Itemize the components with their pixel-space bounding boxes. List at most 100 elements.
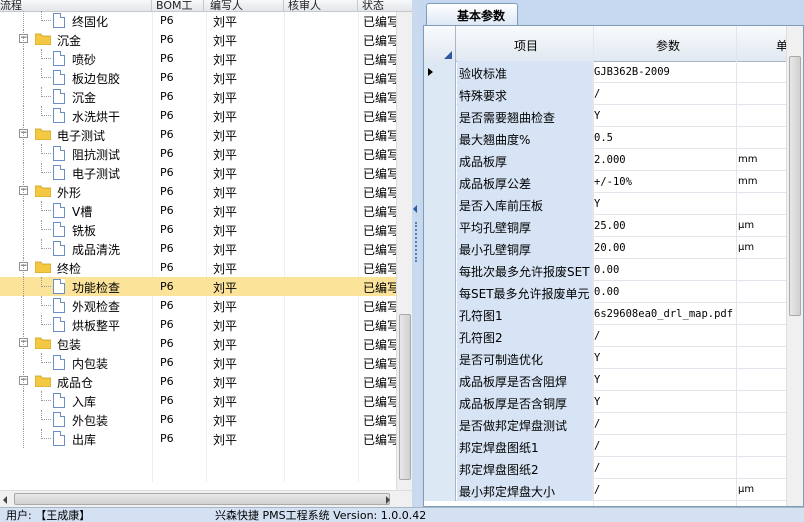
- row-header[interactable]: [424, 479, 456, 501]
- tree-row[interactable]: 阻抗测试 P6 刘平 已编写: [0, 144, 396, 163]
- param-value-cell[interactable]: Y: [594, 198, 600, 210]
- row-header[interactable]: [424, 369, 456, 391]
- param-row[interactable]: 验收标准 GJB362B-2009: [424, 61, 803, 83]
- param-row[interactable]: 特殊要求 /: [424, 83, 803, 105]
- param-row[interactable]: 成品板厚公差 +/-10% mm: [424, 171, 803, 193]
- panel-splitter[interactable]: [412, 0, 420, 507]
- editor-cell: 刘平: [213, 53, 238, 67]
- tree-row[interactable]: 电子测试 P6 刘平 已编写: [0, 163, 396, 182]
- tree-row[interactable]: 入库 P6 刘平 已编写: [0, 391, 396, 410]
- tree-row[interactable]: 水洗烘干 P6 刘平 已编写: [0, 106, 396, 125]
- param-value-cell[interactable]: +/-10%: [594, 176, 632, 188]
- row-header[interactable]: [424, 259, 456, 281]
- param-value-cell[interactable]: /: [594, 88, 600, 100]
- tree-vertical-scrollbar[interactable]: [396, 12, 412, 490]
- param-value-cell[interactable]: 0.5: [594, 132, 613, 144]
- row-header[interactable]: [424, 347, 456, 369]
- tree-row[interactable]: 外包装 P6 刘平 已编写: [0, 410, 396, 429]
- tree-row[interactable]: − 沉金 P6 刘平 已编写: [0, 30, 396, 49]
- tree-row[interactable]: − 外形 P6 刘平 已编写: [0, 182, 396, 201]
- param-row[interactable]: 成品板厚是否含铜厚 Y: [424, 391, 803, 413]
- row-header[interactable]: [424, 435, 456, 457]
- param-value-cell[interactable]: /: [594, 330, 600, 342]
- tree-row[interactable]: 成品清洗 P6 刘平 已编写: [0, 239, 396, 258]
- param-row[interactable]: 是否做邦定焊盘测试 /: [424, 413, 803, 435]
- param-row[interactable]: 是否需要翘曲检查 Y: [424, 105, 803, 127]
- param-value-cell[interactable]: Y: [594, 396, 600, 408]
- row-header[interactable]: [424, 281, 456, 303]
- tab-basic-params[interactable]: 基本参数: [426, 3, 518, 25]
- row-header[interactable]: [424, 83, 456, 105]
- param-unit-cell: μm: [738, 220, 755, 231]
- tree-row[interactable]: 功能检查 P6 刘平 已编写: [0, 277, 396, 296]
- tree-hscroll-thumb[interactable]: [14, 493, 390, 505]
- param-row[interactable]: 邦定焊盘图纸1/: [424, 435, 803, 457]
- row-header[interactable]: [424, 413, 456, 435]
- tree-row[interactable]: 终固化 P6 刘平 已编写: [0, 11, 396, 30]
- param-value-cell[interactable]: GJB362B-2009: [594, 66, 670, 78]
- param-row[interactable]: 平均孔壁铜厚 25.00 μm: [424, 215, 803, 237]
- param-value-cell[interactable]: 0.00: [594, 264, 619, 276]
- param-row[interactable]: 成品板厚 2.000 mm: [424, 149, 803, 171]
- tree-row[interactable]: − 包装 P6 刘平 已编写: [0, 334, 396, 353]
- tree-row[interactable]: 外观检查 P6 刘平 已编写: [0, 296, 396, 315]
- tree-row[interactable]: 板边包胶 P6 刘平 已编写: [0, 68, 396, 87]
- tree-row[interactable]: 喷砂 P6 刘平 已编写: [0, 49, 396, 68]
- param-row[interactable]: 最大翘曲度% 0.5: [424, 127, 803, 149]
- tree-row[interactable]: 铣板 P6 刘平 已编写: [0, 220, 396, 239]
- param-row[interactable]: 成品板厚是否含阻焊 Y: [424, 369, 803, 391]
- row-header[interactable]: [424, 105, 456, 127]
- param-row[interactable]: 每SET最多允许报废单元 0.00: [424, 281, 803, 303]
- grid-vertical-scrollbar[interactable]: [786, 26, 803, 506]
- param-value-cell[interactable]: /: [594, 440, 600, 452]
- tree-row[interactable]: 出库 P6 刘平 已编写: [0, 429, 396, 448]
- param-value-cell[interactable]: /: [594, 462, 600, 474]
- param-row[interactable]: 孔符图2/: [424, 325, 803, 347]
- scroll-right-icon[interactable]: [386, 496, 390, 504]
- row-header[interactable]: [424, 61, 456, 83]
- row-header[interactable]: [424, 457, 456, 479]
- collapse-left-icon[interactable]: [413, 205, 417, 213]
- param-row[interactable]: 是否入库前压板 Y: [424, 193, 803, 215]
- param-row[interactable]: 是否可制造优化 Y: [424, 347, 803, 369]
- param-row[interactable]: 最小孔壁铜厚 20.00 μm: [424, 237, 803, 259]
- grid-vscroll-thumb[interactable]: [789, 56, 801, 316]
- param-value-cell[interactable]: Y: [594, 352, 600, 364]
- row-header[interactable]: [424, 325, 456, 347]
- param-row[interactable]: 最小邦定焊盘大小 / μm: [424, 479, 803, 501]
- row-header[interactable]: [424, 303, 456, 325]
- tree-row[interactable]: 内包装 P6 刘平 已编写: [0, 353, 396, 372]
- row-header[interactable]: [424, 391, 456, 413]
- param-value-cell[interactable]: /: [594, 418, 600, 430]
- col-header-param[interactable]: 参数: [656, 37, 680, 54]
- param-value-cell[interactable]: Y: [594, 110, 600, 122]
- row-header[interactable]: [424, 193, 456, 215]
- row-header[interactable]: [424, 171, 456, 193]
- param-value-cell[interactable]: 6s29608ea0_drl_map.pdf: [594, 308, 733, 320]
- tree-row[interactable]: − 终检 P6 刘平 已编写: [0, 258, 396, 277]
- param-value-cell[interactable]: 2.000: [594, 154, 626, 166]
- param-row[interactable]: 孔符图1 6s29608ea0_drl_map.pdf: [424, 303, 803, 325]
- tree-row[interactable]: 烘板整平 P6 刘平 已编写: [0, 315, 396, 334]
- param-value-cell[interactable]: 0.00: [594, 286, 619, 298]
- row-header[interactable]: [424, 215, 456, 237]
- param-value-cell[interactable]: /: [594, 484, 600, 496]
- scroll-left-icon[interactable]: [3, 496, 7, 504]
- row-header[interactable]: [424, 127, 456, 149]
- param-value-cell[interactable]: 20.00: [594, 242, 626, 254]
- param-value-cell[interactable]: Y: [594, 374, 600, 386]
- param-row[interactable]: 每批次最多允许报废SET 0.00: [424, 259, 803, 281]
- tree-horizontal-scrollbar[interactable]: [0, 490, 412, 507]
- editor-cell: 刘平: [213, 129, 238, 143]
- param-row[interactable]: 邦定焊盘图纸2/: [424, 457, 803, 479]
- tree-row[interactable]: − 成品仓 P6 刘平 已编写: [0, 372, 396, 391]
- tree-row[interactable]: V槽 P6 刘平 已编写: [0, 201, 396, 220]
- row-header[interactable]: [424, 149, 456, 171]
- param-value-cell[interactable]: 25.00: [594, 220, 626, 232]
- tree-row[interactable]: − 电子测试 P6 刘平 已编写: [0, 125, 396, 144]
- row-header[interactable]: [424, 237, 456, 259]
- tree-vscroll-thumb[interactable]: [399, 314, 411, 480]
- editor-cell: 刘平: [213, 205, 238, 219]
- tree-row[interactable]: 沉金 P6 刘平 已编写: [0, 87, 396, 106]
- col-header-item[interactable]: 项目: [514, 37, 538, 54]
